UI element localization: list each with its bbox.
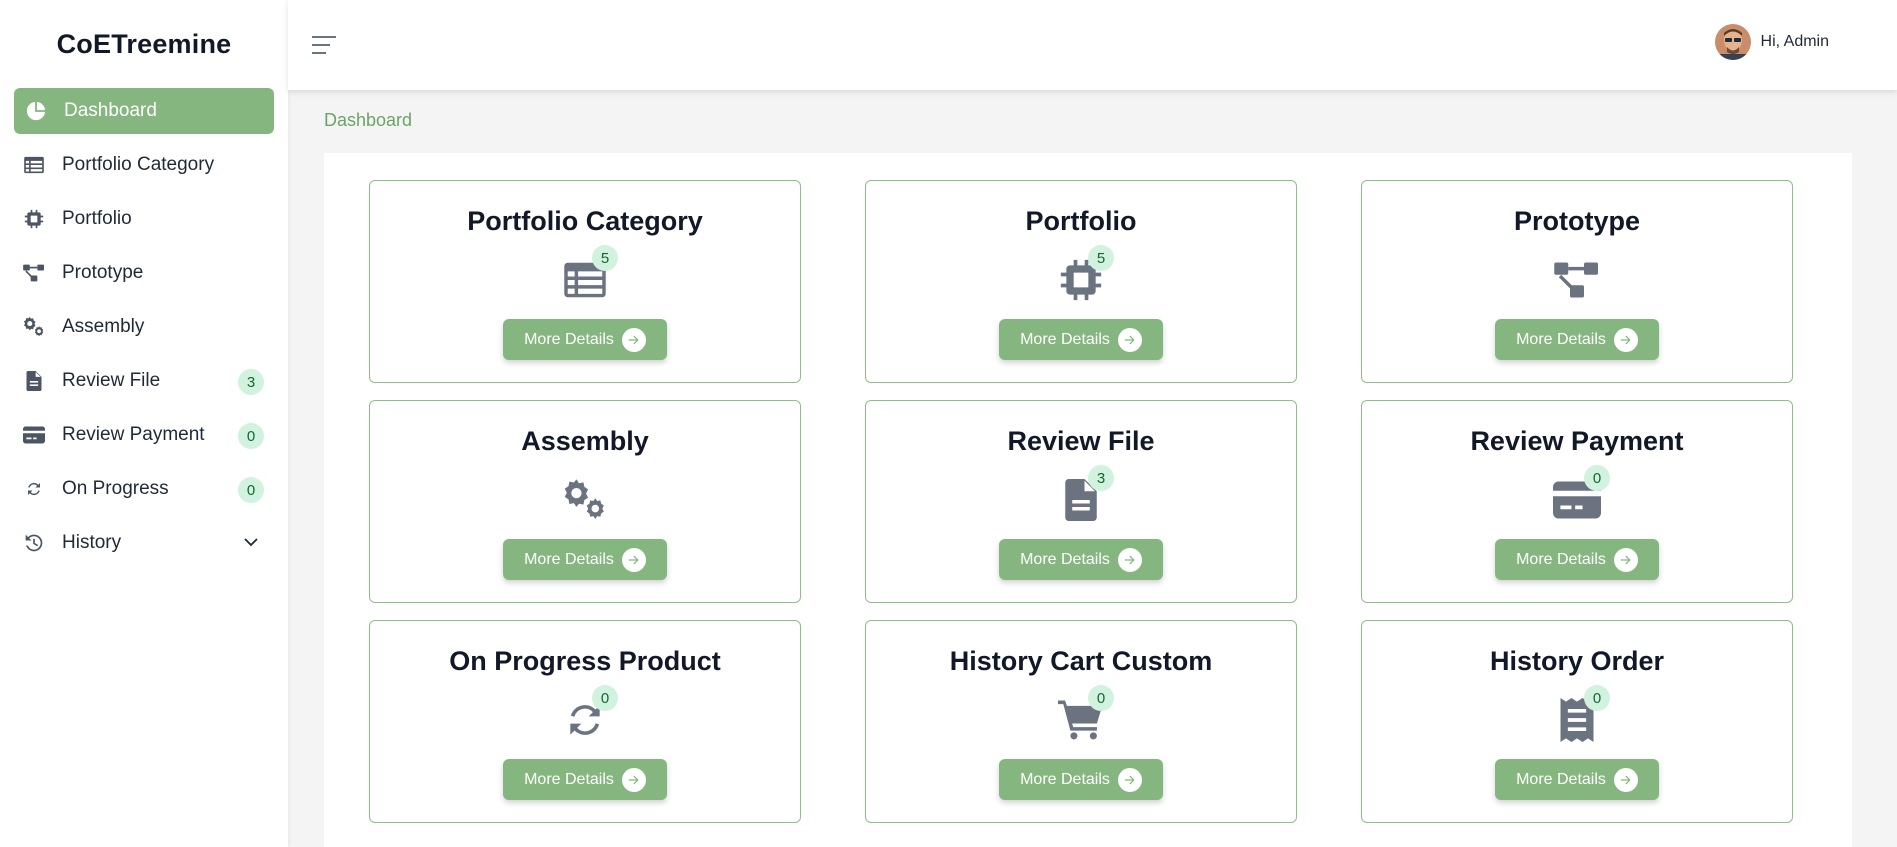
more-details-button[interactable]: More Details [1495, 319, 1659, 360]
count-badge: 3 [1088, 465, 1114, 491]
more-details-button[interactable]: More Details [503, 759, 667, 800]
sidebar-item-label: Review Payment [62, 424, 205, 445]
credit-card-icon [22, 423, 46, 447]
count-badge: 0 [1088, 685, 1114, 711]
chevron-down-icon[interactable] [242, 533, 260, 557]
more-details-button[interactable]: More Details [999, 759, 1163, 800]
gears-icon [22, 315, 46, 339]
button-label: More Details [524, 770, 614, 788]
sidebar-item-label: On Progress [62, 478, 169, 499]
sidebar-nav: Dashboard Portfolio Category Portfolio P… [0, 88, 288, 566]
table-list-icon [22, 153, 46, 177]
brand-logo[interactable]: CoETreemine [0, 0, 288, 88]
card-title: Portfolio [1025, 206, 1137, 236]
button-label: More Details [524, 550, 614, 568]
card-title: Review Payment [1470, 426, 1684, 456]
diagram-project-icon [1553, 256, 1601, 304]
sidebar-item-dashboard[interactable]: Dashboard [14, 88, 274, 134]
card-title: Prototype [1513, 206, 1640, 236]
sidebar-item-on-progress[interactable]: On Progress 0 [14, 466, 274, 512]
sidebar-item-label: Assembly [62, 316, 145, 337]
button-label: More Details [1516, 330, 1606, 348]
card-history-cart-custom: History Cart Custom 0 More Details [865, 620, 1297, 823]
sidebar: CoETreemine Dashboard Portfolio Category… [0, 0, 288, 847]
card-review-file: Review File 3 More Details [865, 400, 1297, 603]
topbar: Hi, Admin [288, 0, 1897, 90]
arrow-right-icon [1613, 767, 1638, 792]
sidebar-item-label: Dashboard [64, 100, 157, 121]
arrow-right-icon [621, 327, 646, 352]
card-portfolio-category: Portfolio Category 5 More Details [369, 180, 801, 383]
sidebar-item-review-payment[interactable]: Review Payment 0 [14, 412, 274, 458]
card-title: Assembly [521, 426, 649, 456]
history-icon [22, 531, 46, 555]
diagram-project-icon [22, 261, 46, 285]
count-badge: 0 [592, 685, 618, 711]
pie-chart-icon [24, 99, 48, 123]
button-label: More Details [1516, 550, 1606, 568]
count-badge: 5 [1088, 245, 1114, 271]
arrow-right-icon [621, 547, 646, 572]
arrow-right-icon [1613, 327, 1638, 352]
card-title: History Order [1489, 646, 1665, 676]
refresh-icon [22, 477, 46, 501]
more-details-button[interactable]: More Details [503, 319, 667, 360]
sidebar-item-review-file[interactable]: Review File 3 [14, 358, 274, 404]
sidebar-item-history[interactable]: History [14, 520, 274, 566]
arrow-right-icon [621, 767, 646, 792]
file-icon [22, 369, 46, 393]
on-progress-count-badge: 0 [238, 477, 264, 503]
card-title: On Progress Product [449, 646, 721, 676]
sidebar-item-label: Portfolio Category [62, 154, 215, 175]
button-label: More Details [524, 330, 614, 348]
avatar[interactable] [1714, 24, 1751, 60]
count-badge: 0 [1584, 465, 1610, 491]
hamburger-menu-icon[interactable] [312, 34, 336, 56]
gears-icon [561, 476, 609, 524]
arrow-right-icon [1117, 327, 1142, 352]
card-portfolio: Portfolio 5 More Details [865, 180, 1297, 383]
card-title: Review File [1007, 426, 1155, 456]
dashboard-content: Portfolio Category 5 More Details Portfo… [324, 153, 1852, 847]
button-label: More Details [1020, 330, 1110, 348]
arrow-right-icon [1117, 547, 1142, 572]
card-review-payment: Review Payment 0 More Details [1361, 400, 1793, 603]
card-title: Portfolio Category [467, 206, 703, 236]
card-history-order: History Order 0 More Details [1361, 620, 1793, 823]
sidebar-item-portfolio-category[interactable]: Portfolio Category [14, 142, 274, 188]
microchip-icon [22, 207, 46, 231]
sidebar-item-label: Review File [62, 370, 161, 391]
sidebar-item-assembly[interactable]: Assembly [14, 304, 274, 350]
sidebar-item-label: Portfolio [62, 208, 132, 229]
sidebar-item-prototype[interactable]: Prototype [14, 250, 274, 296]
arrow-right-icon [1117, 767, 1142, 792]
sidebar-item-label: Prototype [62, 262, 144, 283]
more-details-button[interactable]: More Details [1495, 759, 1659, 800]
button-label: More Details [1516, 770, 1606, 788]
card-prototype: Prototype More Details [1361, 180, 1793, 383]
review-payment-count-badge: 0 [238, 423, 264, 449]
count-badge: 0 [1584, 685, 1610, 711]
card-assembly: Assembly More Details [369, 400, 801, 603]
user-menu[interactable]: Hi, Admin [1714, 24, 1829, 60]
arrow-right-icon [1613, 547, 1638, 572]
more-details-button[interactable]: More Details [999, 319, 1163, 360]
more-details-button[interactable]: More Details [503, 539, 667, 580]
more-details-button[interactable]: More Details [1495, 539, 1659, 580]
button-label: More Details [1020, 550, 1110, 568]
count-badge: 5 [592, 245, 618, 271]
breadcrumb[interactable]: Dashboard [324, 110, 412, 131]
card-title: History Cart Custom [949, 646, 1213, 676]
user-greeting: Hi, Admin [1760, 33, 1829, 50]
review-file-count-badge: 3 [238, 369, 264, 395]
card-on-progress-product: On Progress Product 0 More Details [369, 620, 801, 823]
button-label: More Details [1020, 770, 1110, 788]
more-details-button[interactable]: More Details [999, 539, 1163, 580]
sidebar-item-label: History [62, 532, 122, 553]
sidebar-item-portfolio[interactable]: Portfolio [14, 196, 274, 242]
